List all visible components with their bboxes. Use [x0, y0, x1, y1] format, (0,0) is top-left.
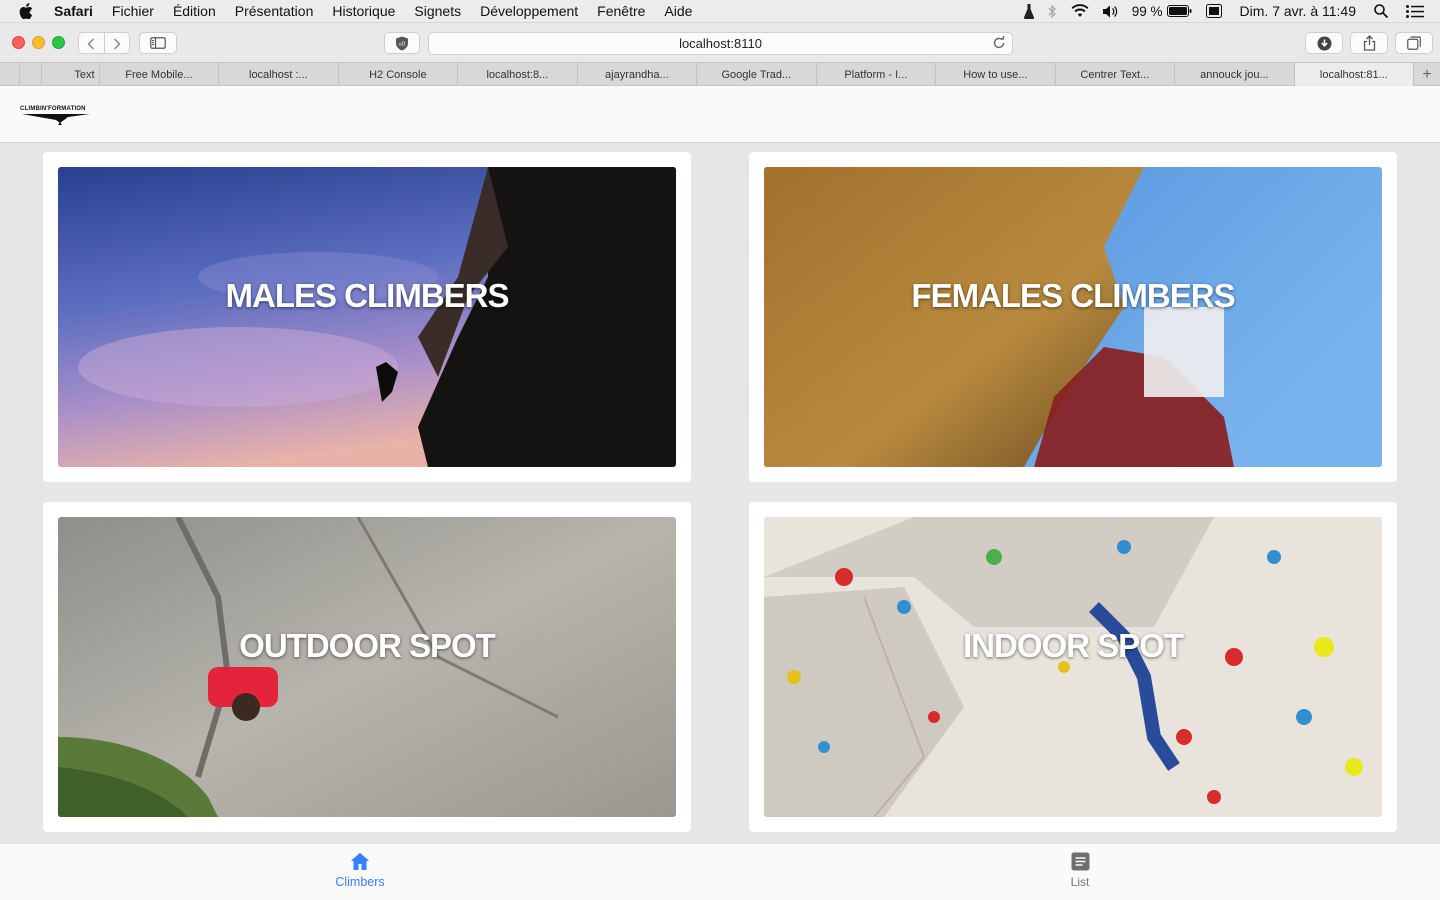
- reload-icon[interactable]: [992, 35, 1006, 53]
- card-image: FEMALES CLIMBERS: [764, 167, 1382, 467]
- browser-tab[interactable]: Free Mobile...: [100, 63, 220, 86]
- card-title: FEMALES CLIMBERS: [911, 277, 1235, 314]
- app-logo[interactable]: CLIMBIN'FORMATION: [20, 106, 92, 128]
- granite-wall-image: [58, 517, 676, 817]
- menu-safari[interactable]: Safari: [54, 3, 93, 19]
- battery-percent: 99 %: [1131, 3, 1163, 19]
- logo-mountain-icon: [22, 114, 90, 125]
- forward-button[interactable]: [103, 33, 129, 53]
- pinned-tab[interactable]: [0, 63, 20, 86]
- card-image: OUTDOOR SPOT: [58, 517, 676, 817]
- browser-tab[interactable]: Centrer Text...: [1056, 63, 1176, 86]
- browser-tab[interactable]: localhost :...: [219, 63, 339, 86]
- tab-list-label: List: [1070, 875, 1090, 889]
- volume-icon[interactable]: [1102, 5, 1118, 18]
- browser-tab[interactable]: Text: [42, 63, 100, 86]
- rock-wall-image: [764, 167, 1382, 467]
- indoor-climbing-wall-image: [764, 517, 1382, 817]
- card-title: OUTDOOR SPOT: [239, 627, 496, 664]
- home-icon: [350, 852, 370, 870]
- menu-fichier[interactable]: Fichier: [112, 3, 154, 19]
- window-minimize-button[interactable]: [32, 36, 45, 49]
- browser-tab[interactable]: annouck jou...: [1175, 63, 1295, 86]
- tab-list[interactable]: List: [1020, 852, 1140, 889]
- keyboard-input-icon[interactable]: [1205, 4, 1222, 18]
- menu-edition[interactable]: Édition: [173, 3, 216, 19]
- menubar-clock[interactable]: Dim. 7 avr. à 11:49: [1240, 3, 1356, 19]
- browser-tab-bar: Text Free Mobile... localhost :... H2 Co…: [0, 62, 1440, 86]
- browser-toolbar: uD localhost:8110: [0, 22, 1440, 62]
- card-males-climbers[interactable]: MALES CLIMBERS: [43, 152, 691, 482]
- share-button[interactable]: [1350, 32, 1388, 54]
- window-zoom-button[interactable]: [52, 36, 65, 49]
- address-bar-url: localhost:8110: [679, 36, 762, 51]
- card-image: INDOOR SPOT: [764, 517, 1382, 817]
- sidebar-toggle-button[interactable]: [139, 32, 177, 54]
- card-image: MALES CLIMBERS: [58, 167, 676, 467]
- spotlight-search-icon[interactable]: [1374, 4, 1388, 18]
- browser-tab[interactable]: How to use...: [936, 63, 1056, 86]
- menu-presentation[interactable]: Présentation: [235, 3, 314, 19]
- battery-icon[interactable]: [1166, 5, 1192, 17]
- macos-menubar: Safari Fichier Édition Présentation Hist…: [0, 0, 1440, 22]
- tab-climbers[interactable]: Climbers: [300, 852, 420, 889]
- menu-signets[interactable]: Signets: [414, 3, 461, 19]
- card-title: MALES CLIMBERS: [225, 277, 510, 314]
- back-button[interactable]: [79, 33, 104, 53]
- card-females-climbers[interactable]: FEMALES CLIMBERS: [749, 152, 1397, 482]
- back-forward-group: [78, 32, 130, 54]
- menu-aide[interactable]: Aide: [664, 3, 692, 19]
- browser-tab[interactable]: ajayrandha...: [578, 63, 698, 86]
- tab-climbers-label: Climbers: [335, 875, 385, 889]
- card-outdoor-spot[interactable]: OUTDOOR SPOT: [43, 502, 691, 832]
- pinned-tab[interactable]: [20, 63, 42, 86]
- browser-tab[interactable]: localhost:8...: [458, 63, 578, 86]
- privacy-shield-icon[interactable]: uD: [384, 32, 420, 54]
- svg-text:uD: uD: [398, 41, 405, 47]
- app-header: CLIMBIN'FORMATION: [0, 86, 1440, 143]
- browser-tab[interactable]: Platform - I...: [817, 63, 937, 86]
- list-icon: [1071, 852, 1089, 871]
- browser-tab[interactable]: H2 Console: [339, 63, 459, 86]
- wifi-icon[interactable]: [1071, 4, 1089, 18]
- card-title: INDOOR SPOT: [962, 627, 1184, 664]
- card-indoor-spot[interactable]: INDOOR SPOT: [749, 502, 1397, 832]
- window-close-button[interactable]: [12, 36, 25, 49]
- address-bar[interactable]: localhost:8110: [428, 32, 1013, 55]
- sky-cliff-image: [58, 167, 676, 467]
- bluetooth-icon[interactable]: [1048, 3, 1057, 19]
- apple-logo-icon[interactable]: [19, 3, 39, 19]
- browser-tab[interactable]: Google Trad...: [697, 63, 817, 86]
- bottom-tab-bar: Climbers List: [0, 843, 1440, 900]
- tab-overview-button[interactable]: [1395, 32, 1433, 54]
- flask-icon[interactable]: [1023, 3, 1034, 19]
- browser-tab-active[interactable]: localhost:81...: [1294, 63, 1415, 86]
- climbers-grid: MALES CLIMBERS FEMALES CLIMBERS OUTDOOR …: [0, 143, 1440, 843]
- menu-developpement[interactable]: Développement: [480, 3, 578, 19]
- new-tab-button[interactable]: +: [1414, 63, 1440, 86]
- menu-historique[interactable]: Historique: [332, 3, 395, 19]
- menu-fenetre[interactable]: Fenêtre: [597, 3, 645, 19]
- downloads-button[interactable]: [1305, 32, 1343, 54]
- notification-center-icon[interactable]: [1406, 4, 1424, 18]
